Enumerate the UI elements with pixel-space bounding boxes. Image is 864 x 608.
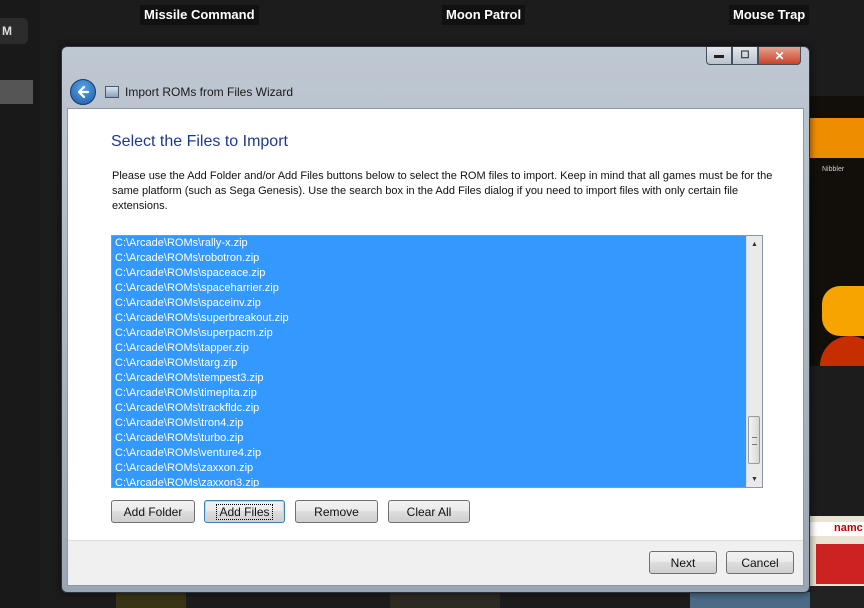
clear-all-label: Clear All <box>406 504 452 519</box>
file-list-item[interactable]: C:\Arcade\ROMs\trackfldc.zip <box>112 401 746 416</box>
scroll-up-icon[interactable]: ▲ <box>747 236 762 252</box>
rom-file-list[interactable]: C:\Arcade\ROMs\rally-x.zip C:\Arcade\ROMs… <box>111 235 763 488</box>
file-list-item[interactable]: C:\Arcade\ROMs\superpacm.zip <box>112 326 746 341</box>
file-list-item[interactable]: C:\Arcade\ROMs\timeplta.zip <box>112 386 746 401</box>
game-box-art[interactable] <box>116 592 186 608</box>
file-list-item[interactable]: C:\Arcade\ROMs\spaceharrier.zip <box>112 281 746 296</box>
file-list-item[interactable]: C:\Arcade\ROMs\rally-x.zip <box>112 236 746 251</box>
file-list-item[interactable]: C:\Arcade\ROMs\spaceace.zip <box>112 266 746 281</box>
close-button[interactable]: ✕ <box>758 47 801 65</box>
wizard-content: Select the Files to Import Please use th… <box>67 108 804 586</box>
back-button[interactable] <box>70 79 96 105</box>
box-art-text: Nibbler <box>822 166 845 173</box>
box-art-band-text: namc <box>808 522 864 536</box>
file-list-item[interactable]: C:\Arcade\ROMs\tempest3.zip <box>112 371 746 386</box>
app-icon <box>105 86 119 98</box>
window-title: Import ROMs from Files Wizard <box>125 85 294 99</box>
wizard-footer: Next Cancel <box>68 540 803 585</box>
file-list-item[interactable]: C:\Arcade\ROMs\tapper.zip <box>112 341 746 356</box>
file-list-item[interactable]: C:\Arcade\ROMs\tron4.zip <box>112 416 746 431</box>
cancel-label: Cancel <box>741 555 779 570</box>
file-list-item[interactable]: C:\Arcade\ROMs\targ.zip <box>112 356 746 371</box>
file-list-item[interactable]: C:\Arcade\ROMs\zaxxon.zip <box>112 461 746 476</box>
cancel-button[interactable]: Cancel <box>726 551 794 574</box>
add-folder-button[interactable]: Add Folder <box>111 500 195 523</box>
add-files-button[interactable]: Add Files <box>204 500 285 523</box>
remove-label: Remove <box>314 504 359 519</box>
game-box-art[interactable] <box>390 592 500 608</box>
file-list-item[interactable]: C:\Arcade\ROMs\superbreakout.zip <box>112 311 746 326</box>
file-list-scrollbar[interactable]: ▲ ▼ <box>746 236 762 487</box>
add-folder-label: Add Folder <box>123 504 183 519</box>
scroll-down-icon[interactable]: ▼ <box>747 471 762 487</box>
game-box-art[interactable]: namc <box>808 516 864 608</box>
launcher-menu-button[interactable]: M <box>0 18 28 44</box>
game-box-art[interactable] <box>690 592 810 608</box>
maximize-button[interactable]: ☐ <box>732 47 758 65</box>
add-files-label: Add Files <box>216 503 273 520</box>
scroll-thumb[interactable] <box>748 416 760 464</box>
file-list-items[interactable]: C:\Arcade\ROMs\rally-x.zip C:\Arcade\ROMs… <box>112 236 746 487</box>
sidebar-selected-item[interactable] <box>0 80 33 104</box>
game-title-missile-command[interactable]: Missile Command <box>140 5 259 25</box>
file-list-item[interactable]: C:\Arcade\ROMs\turbo.zip <box>112 431 746 446</box>
arrow-left-icon <box>77 85 90 99</box>
maximize-icon: ☐ <box>740 50 750 61</box>
window-controls: ▬ ☐ ✕ <box>706 47 801 66</box>
minimize-icon: ▬ <box>714 50 724 61</box>
instructions-text: Please use the Add Folder and/or Add Fil… <box>112 170 773 212</box>
menu-letter: M <box>2 24 12 38</box>
game-box-art[interactable]: Nibbler <box>808 96 864 366</box>
close-icon: ✕ <box>774 48 785 63</box>
next-button[interactable]: Next <box>649 551 717 574</box>
import-wizard-window: ▬ ☐ ✕ Import ROMs from Files Wizard Sele… <box>61 46 810 593</box>
page-heading: Select the Files to Import <box>111 133 288 150</box>
launcher-sidebar: M <box>0 0 40 608</box>
game-title-moon-patrol[interactable]: Moon Patrol <box>442 5 526 25</box>
file-list-item[interactable]: C:\Arcade\ROMs\zaxxon3.zip <box>112 476 746 487</box>
minimize-button[interactable]: ▬ <box>706 47 732 65</box>
remove-button[interactable]: Remove <box>295 500 378 523</box>
next-label: Next <box>670 555 696 570</box>
game-title-mouse-trap[interactable]: Mouse Trap <box>729 5 810 25</box>
file-list-item[interactable]: C:\Arcade\ROMs\venture4.zip <box>112 446 746 461</box>
file-list-item[interactable]: C:\Arcade\ROMs\spaceinv.zip <box>112 296 746 311</box>
clear-all-button[interactable]: Clear All <box>388 500 470 523</box>
file-list-item[interactable]: C:\Arcade\ROMs\robotron.zip <box>112 251 746 266</box>
